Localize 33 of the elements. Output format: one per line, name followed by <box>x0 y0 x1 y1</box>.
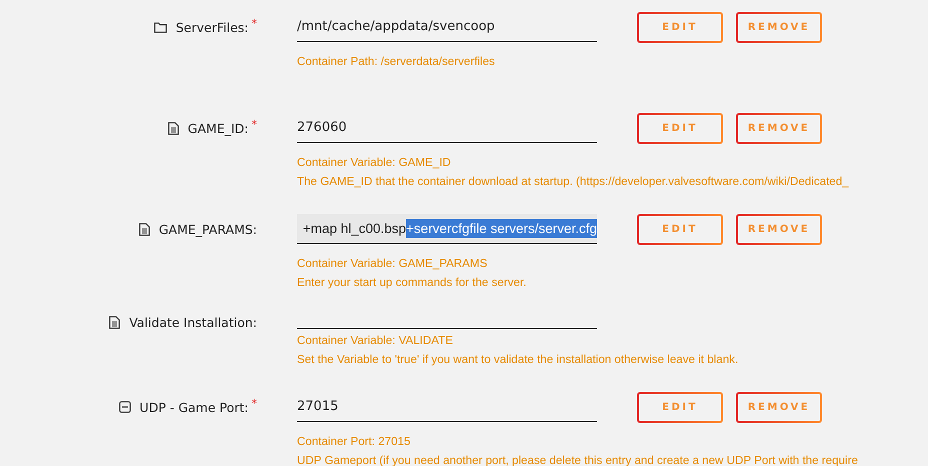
input-field[interactable]: +map hl_c00.bsp+servercfgfile servers/server.cfg <box>297 214 597 244</box>
field-description: Container Variable: VALIDATE <box>297 333 454 349</box>
setting-label: GAME_ID: <box>188 120 248 136</box>
setting-label: GAME_PARAMS: <box>158 222 257 236</box>
input-field[interactable]: 27015 <box>297 392 597 422</box>
field-description: Container Path: /serverdata/serverfiles <box>297 54 496 70</box>
remove-button[interactable]: REMOVE <box>736 112 822 144</box>
required-mark: * <box>252 118 257 130</box>
edit-button[interactable]: EDIT <box>637 112 723 144</box>
edit-button[interactable]: EDIT <box>637 12 723 42</box>
folder-icon <box>154 22 167 32</box>
input-field[interactable]: 276060 <box>297 113 597 143</box>
field-description: Container Variable: GAME_PARAMS <box>297 256 488 272</box>
field-description: Enter your start up commands for the server. <box>297 275 528 291</box>
required-mark: * <box>252 396 257 410</box>
edit-button[interactable]: EDIT <box>637 214 723 244</box>
remove-button[interactable]: REMOVE <box>736 214 822 244</box>
setting-label: UDP - Game Port: <box>140 400 248 414</box>
required-mark: * <box>252 16 257 30</box>
file-icon <box>168 122 179 134</box>
field-description: Container Variable: GAME_ID <box>297 155 452 171</box>
edit-button[interactable]: EDIT <box>637 392 723 422</box>
field-description: Set the Variable to 'true' if you want to validate the installation otherwise leave it blank. <box>297 352 740 368</box>
setting-label: Validate Installation: <box>129 314 257 330</box>
input-field[interactable]: /mnt/cache/appdata/svencoop <box>297 12 597 42</box>
minus-square-icon <box>118 401 131 413</box>
file-icon <box>109 316 120 328</box>
remove-button[interactable]: REMOVE <box>736 12 822 42</box>
field-description: Container Port: 27015 <box>297 434 412 450</box>
setting-label: ServerFiles: <box>176 20 248 34</box>
field-description: The GAME_ID that the container download at startup. (https://developer.valvesoftware.com/wiki/Dedicated_ <box>297 174 850 190</box>
file-icon <box>138 222 150 236</box>
remove-button[interactable]: REMOVE <box>736 392 822 422</box>
